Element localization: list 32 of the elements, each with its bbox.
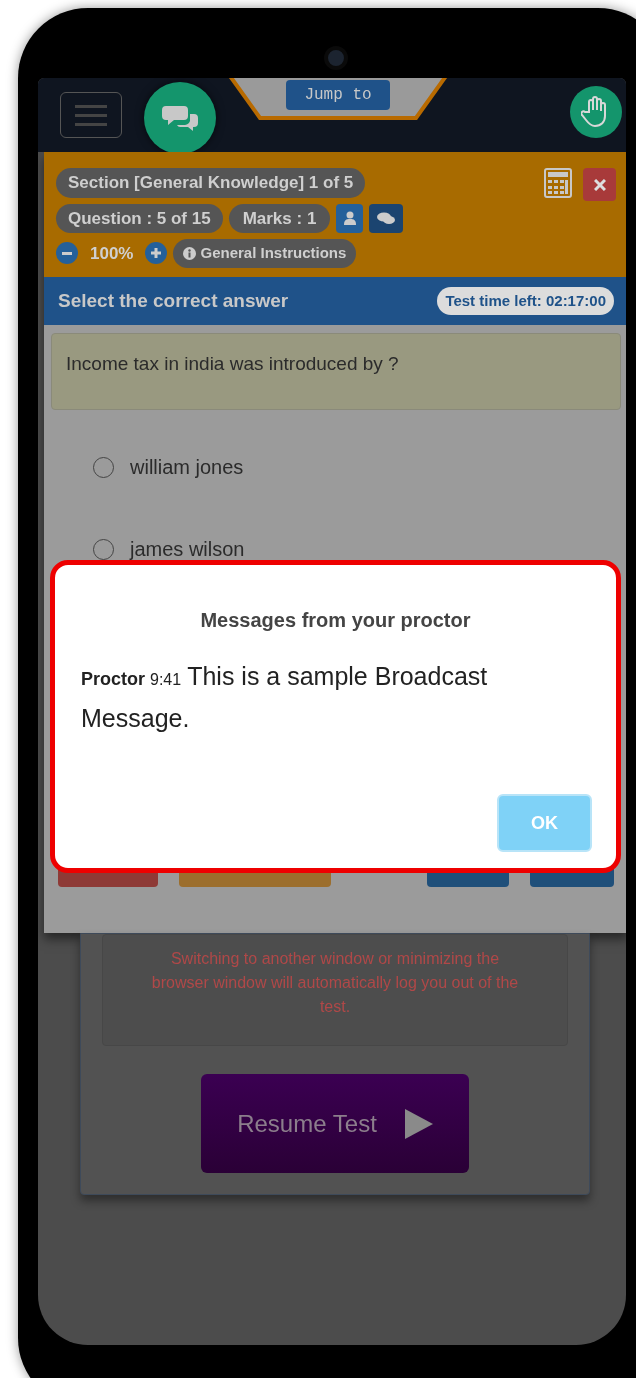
question-text: Income tax in india was introduced by ? xyxy=(51,333,621,410)
jump-to-button[interactable]: Jump to xyxy=(286,80,390,110)
play-icon xyxy=(404,1108,433,1139)
zoom-out-button[interactable] xyxy=(56,242,78,265)
resume-test-button[interactable]: Resume Test xyxy=(201,1074,469,1173)
plus-icon xyxy=(151,248,162,259)
profile-button[interactable] xyxy=(336,203,364,233)
chat-small-button[interactable] xyxy=(369,203,404,233)
marks-label: Marks : 1 xyxy=(228,203,331,233)
close-button[interactable] xyxy=(583,168,616,201)
info-icon xyxy=(183,246,197,260)
dialog-title: Messages from your proctor xyxy=(199,608,472,633)
menu-button[interactable] xyxy=(60,92,122,138)
raise-hand-button[interactable] xyxy=(570,86,622,138)
person-icon xyxy=(343,211,356,226)
question-counter: Question : 5 of 15 xyxy=(56,203,223,233)
zoom-in-button[interactable] xyxy=(145,242,168,265)
zoom-level: 100% xyxy=(89,242,135,265)
calculator-icon[interactable] xyxy=(544,168,572,198)
minus-icon xyxy=(62,251,72,255)
close-icon xyxy=(593,178,606,191)
chat-bubbles-icon xyxy=(377,211,396,225)
chat-bubbles-icon xyxy=(162,104,198,132)
section-label: Section [General Knowledge] 1 of 5 xyxy=(56,168,366,198)
option-label[interactable]: james wilson xyxy=(130,534,245,564)
general-instructions-button[interactable]: General Instructions xyxy=(173,239,357,268)
option-label[interactable]: william jones xyxy=(130,452,244,482)
proctor-message: Proctor 9:41 This is a sample Broadcast Message. xyxy=(81,661,489,734)
warning-text: Switching to another window or minimizing the browser window will automatically log you out of the test. xyxy=(102,934,568,1046)
answer-instruction: Select the correct answer xyxy=(58,288,289,313)
timer: Test time left: 02:17:00 xyxy=(437,286,614,316)
camera-lens xyxy=(324,46,348,70)
